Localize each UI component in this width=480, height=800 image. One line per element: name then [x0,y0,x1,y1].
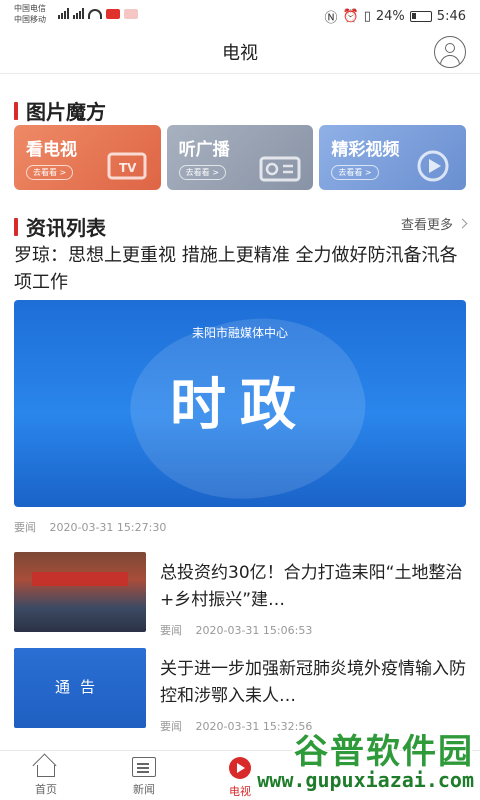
user-profile-icon[interactable] [434,36,466,68]
signal-icon [58,8,69,19]
featured-image-title: 时政 [170,372,310,438]
news-icon [132,757,156,777]
radio-icon [259,156,301,182]
cube-section-heading: 图片魔方 [14,96,106,125]
news-item-title: 关于进一步加强新冠肺炎境外疫情输入防控和涉鄂入耒人… [160,659,466,706]
battery-percent: 24% [375,9,405,24]
news-thumbnail [14,552,146,632]
app-header: 电视 [0,30,480,74]
tab-label: 新闻 [133,783,155,796]
signal-icons [58,8,138,19]
home-icon [37,765,55,777]
news-tag: 要闻 [14,521,36,534]
view-more-label: 查看更多 [400,218,453,233]
nfc-icon: Ⓝ [324,11,338,26]
tab-label: 首页 [35,783,57,796]
cube-card-video[interactable]: 精彩视频 去看看 > [319,125,467,190]
featured-image[interactable]: 耒阳市融媒体中心 时政 [14,300,466,507]
battery-icon [409,11,432,22]
page-title: 电视 [222,43,258,64]
cube-card-sub: 去看看 > [331,165,379,180]
video-icon [417,150,449,182]
user-head-shape [445,43,455,53]
news-item-meta: 要闻 2020-03-31 15:06:53 [160,622,312,638]
tv-icon: TV [107,152,147,180]
watermark-url: www.gupuxiazai.com [257,768,474,792]
watermark-logo: 谷普软件园 www.gupuxiazai.com [254,722,480,800]
cube-card-radio[interactable]: 听广播 去看看 > [166,125,314,190]
section-accent-bar [14,217,18,236]
signal-icon-2 [73,8,84,19]
status-bar: 中国电信 中国移动 Ⓝ ⏰ ▯ 24% 5:46 [0,0,480,30]
news-time: 2020-03-31 15:27:30 [49,521,167,534]
news-section-heading: 资讯列表 [14,212,106,241]
cube-cards: 看电视 去看看 > TV 听广播 去看看 > 精彩视频 去看看 > [14,125,467,190]
news-section-title: 资讯列表 [26,216,106,240]
watermark-title: 谷普软件园 [294,732,474,772]
carrier-1: 中国电信 [14,4,46,13]
tab-news[interactable]: 新闻 [112,757,176,797]
news-tag: 要闻 [160,624,182,637]
featured-image-subtitle: 耒阳市融媒体中心 [191,326,288,340]
cube-section-title: 图片魔方 [26,100,106,124]
app-notification-icon [106,8,120,19]
section-accent-bar [14,101,18,120]
news-time: 2020-03-31 15:06:53 [195,624,313,637]
wifi-icon [88,8,102,19]
view-more-link[interactable]: 查看更多 [400,214,468,233]
clock: 5:46 [436,9,466,24]
app-notification-icon-2 [124,8,138,19]
featured-headline[interactable]: 罗琼：思想上更重视 措施上更精准 全力做好防汛备汛各项工作 [14,242,466,296]
tab-home[interactable]: 首页 [14,757,78,797]
carrier-labels: 中国电信 中国移动 [14,3,46,25]
thumbnail-label: 通告 [54,678,105,696]
list-item[interactable]: 通告 关于进一步加强新冠肺炎境外疫情输入防控和涉鄂入耒人… 要闻 2020-03… [14,648,466,733]
vibrate-icon: ▯ [363,9,371,24]
user-shoulders-shape [440,55,460,67]
svg-text:TV: TV [119,161,137,175]
status-right: Ⓝ ⏰ ▯ 24% 5:46 [325,7,466,26]
cube-card-sub: 去看看 > [178,165,226,180]
news-item-title: 总投资约30亿！合力打造耒阳“土地整治+乡村振兴”建… [160,563,463,610]
featured-meta: 要闻 2020-03-31 15:27:30 [14,519,166,535]
cube-card-sub: 去看看 > [26,165,74,180]
cube-card-tv[interactable]: 看电视 去看看 > TV [14,125,161,190]
chevron-right-icon [457,218,468,229]
alarm-icon: ⏰ [342,9,359,24]
meeting-banner-shape [32,572,128,586]
list-item[interactable]: 总投资约30亿！合力打造耒阳“土地整治+乡村振兴”建… 要闻 2020-03-3… [14,552,466,637]
news-tag: 要闻 [160,720,182,733]
news-thumbnail: 通告 [14,648,146,728]
carrier-2: 中国移动 [14,15,46,24]
tv-play-icon [229,757,251,779]
